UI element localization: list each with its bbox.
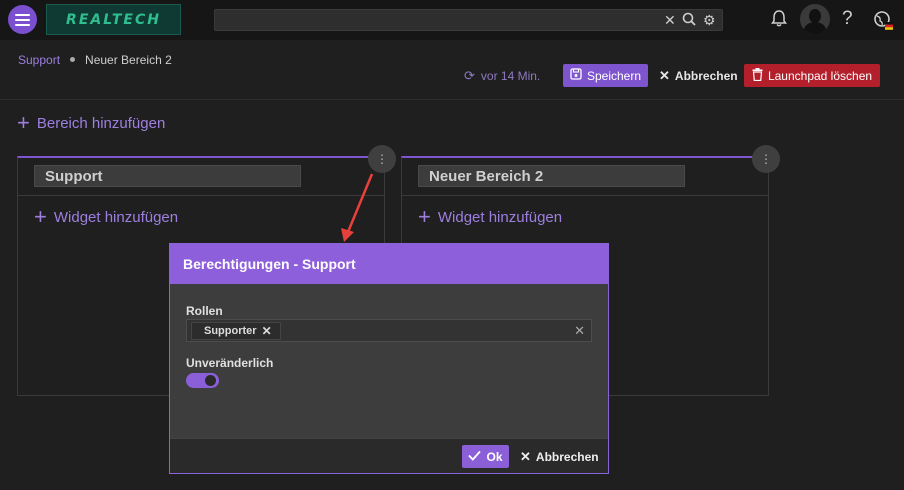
- ok-button[interactable]: Ok: [462, 445, 509, 468]
- dialog-cancel-button[interactable]: ✕ Abbrechen: [520, 445, 599, 468]
- close-icon: ✕: [520, 448, 531, 464]
- clear-icon[interactable]: ✕: [664, 12, 676, 28]
- search-bar: ✕ ⚙: [214, 9, 723, 31]
- sync-time: vor 14 Min.: [480, 68, 541, 83]
- plus-icon: +: [34, 204, 47, 229]
- area-title-input[interactable]: Support: [34, 165, 301, 187]
- search-input[interactable]: [221, 12, 661, 28]
- role-chip: Supporter ✕: [191, 322, 281, 340]
- divider: [0, 99, 904, 100]
- breadcrumb-separator: [70, 57, 76, 63]
- close-icon: ✕: [659, 67, 670, 83]
- area-header: Support ⋮: [18, 145, 396, 196]
- globe-icon[interactable]: [873, 10, 893, 30]
- breadcrumb-support-link[interactable]: Support: [18, 53, 60, 67]
- cancel-button[interactable]: ✕ Abbrechen: [659, 64, 738, 87]
- search-icon[interactable]: [682, 12, 696, 29]
- dialog-body: Rollen Supporter ✕ ✕ Unveränderlich: [170, 284, 608, 438]
- breadcrumb-current: Neuer Bereich 2: [85, 53, 172, 67]
- dialog-footer: Ok ✕ Abbrechen: [170, 438, 608, 473]
- immutable-label: Unveränderlich: [186, 356, 274, 370]
- permissions-dialog: Berechtigungen - Support Rollen Supporte…: [169, 243, 609, 474]
- menu-icon[interactable]: [8, 5, 37, 34]
- cancel-label: Abbrechen: [674, 68, 738, 83]
- toggle-knob: [205, 375, 216, 386]
- avatar[interactable]: [800, 4, 830, 34]
- sync-status: ⟳ vor 14 Min.: [464, 64, 540, 87]
- trash-icon: [752, 67, 763, 84]
- delete-label: Launchpad löschen: [767, 68, 873, 83]
- delete-launchpad-button[interactable]: Launchpad löschen: [744, 64, 880, 87]
- breadcrumb: Support Neuer Bereich 2: [18, 53, 172, 67]
- remove-chip-icon[interactable]: ✕: [262, 324, 272, 338]
- add-area-label: Bereich hinzufügen: [36, 114, 166, 132]
- add-widget-label: Widget hinzufügen: [437, 208, 563, 226]
- dialog-title: Berechtigungen - Support: [170, 244, 608, 284]
- role-chip-label: Supporter: [204, 325, 257, 337]
- immutable-toggle[interactable]: [186, 373, 219, 388]
- top-bar: REALTECH ✕ ⚙ ?: [0, 0, 904, 40]
- check-icon: [468, 449, 482, 464]
- add-widget-button[interactable]: + Widget hinzufügen: [418, 204, 563, 229]
- plus-icon: +: [17, 110, 30, 135]
- more-vertical-icon[interactable]: ⋮: [368, 145, 396, 173]
- save-icon: [570, 68, 582, 83]
- area-header: Neuer Bereich 2 ⋮: [402, 145, 780, 196]
- bell-icon[interactable]: [771, 9, 787, 32]
- help-icon[interactable]: ?: [842, 9, 853, 29]
- plus-icon: +: [418, 204, 431, 229]
- sync-icon: ⟳: [464, 67, 475, 83]
- area-title-input[interactable]: Neuer Bereich 2: [418, 165, 685, 187]
- add-widget-label: Widget hinzufügen: [53, 208, 179, 226]
- gear-icon[interactable]: ⚙: [703, 12, 716, 28]
- save-label: Speichern: [586, 68, 642, 83]
- roles-select[interactable]: Supporter ✕ ✕: [186, 319, 592, 342]
- save-button[interactable]: Speichern: [563, 64, 648, 87]
- dialog-cancel-label: Abbrechen: [535, 449, 599, 464]
- more-vertical-icon[interactable]: ⋮: [752, 145, 780, 173]
- add-widget-button[interactable]: + Widget hinzufügen: [34, 204, 179, 229]
- logo-text: REALTECH: [66, 11, 161, 28]
- roles-label: Rollen: [186, 304, 223, 318]
- add-area-button[interactable]: + Bereich hinzufügen: [17, 110, 166, 135]
- ok-label: Ok: [486, 449, 503, 464]
- clear-icon[interactable]: ✕: [574, 323, 585, 339]
- logo[interactable]: REALTECH: [46, 4, 181, 35]
